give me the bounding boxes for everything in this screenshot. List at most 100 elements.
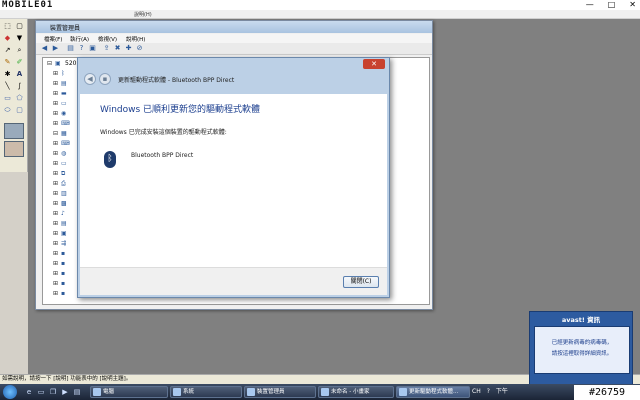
back-icon[interactable]: ◀ xyxy=(40,44,49,53)
keyboard-icon: ⌨ xyxy=(61,140,70,147)
menu-view[interactable]: 檢視(V) xyxy=(98,35,117,43)
tree-item[interactable]: ⊞ ▬ xyxy=(53,90,69,98)
watermark-counter: #26759 xyxy=(574,385,640,400)
tree-item[interactable]: ⊞ ᛒ xyxy=(53,70,69,78)
tree-item[interactable]: ⊞ ▪ xyxy=(53,290,69,298)
maximize-button[interactable]: □ xyxy=(608,0,616,9)
tree-item[interactable]: ⊟ ▦ xyxy=(53,130,69,138)
select-icon[interactable]: ⬚ xyxy=(2,21,13,31)
rounded-rect-icon[interactable]: ▢ xyxy=(14,105,25,115)
hid-icon: ⌨ xyxy=(61,120,70,127)
taskbar-button-device-manager[interactable]: 裝置管理員 xyxy=(244,386,316,398)
tree-item[interactable]: ⊞ ◍ xyxy=(53,150,69,158)
storage-icon: ▤ xyxy=(61,220,67,227)
language-indicator[interactable]: CH xyxy=(472,386,481,398)
back-arrow-icon[interactable]: ◀ xyxy=(84,73,96,85)
taskbar-button-system[interactable]: 系統 xyxy=(170,386,242,398)
taskbar-button-paint[interactable]: 未命名 - 小畫家 xyxy=(318,386,394,398)
menu-file[interactable]: 檔案(F) xyxy=(44,35,62,43)
rectangle-icon[interactable]: ▭ xyxy=(2,93,13,103)
pencil-icon[interactable]: ✎ xyxy=(2,57,13,67)
brush-icon[interactable]: ✐ xyxy=(14,57,25,67)
tree-item[interactable]: ⊞ ▪ xyxy=(53,260,69,268)
rect-select-icon[interactable]: ▢ xyxy=(14,21,25,31)
fill-icon[interactable]: ▼ xyxy=(14,33,25,43)
paint-title-bar: MOBILE01 — □ ✕ xyxy=(0,0,640,10)
tree-item[interactable]: ⊞ ♪ xyxy=(53,210,69,218)
quicklaunch-desktop-icon[interactable]: ▭ xyxy=(36,387,46,397)
tree-item[interactable]: ⊞ ▥ xyxy=(53,190,69,198)
line-icon[interactable]: ╲ xyxy=(2,81,13,91)
clock[interactable]: 下午 xyxy=(496,386,508,398)
eraser-icon[interactable]: ◆ xyxy=(2,33,13,43)
transparent-option-icon[interactable] xyxy=(4,123,24,139)
help-icon[interactable]: ? xyxy=(77,44,86,53)
quicklaunch-flip-icon[interactable]: ❐ xyxy=(48,387,58,397)
close-button[interactable]: ✕ xyxy=(629,0,636,9)
start-orb-icon[interactable] xyxy=(3,385,17,399)
taskbar-button-update-driver[interactable]: 更新驅動程式軟體... xyxy=(396,386,470,398)
quicklaunch-ie-icon[interactable]: e xyxy=(24,387,34,397)
printer-icon: ⎙ xyxy=(61,180,66,187)
device-manager-menu: 檔案(F) 執行(A) 檢視(V) 說明(H) xyxy=(36,34,432,43)
airbrush-icon[interactable]: ✱ xyxy=(2,69,13,79)
update-driver-icon[interactable]: ⇪ xyxy=(102,44,111,53)
opaque-option-icon[interactable] xyxy=(4,141,24,157)
curve-icon[interactable]: ∫ xyxy=(14,81,25,91)
quicklaunch-folder-icon[interactable]: ▤ xyxy=(72,387,82,397)
enable-icon[interactable]: ✚ xyxy=(124,44,133,53)
tree-root[interactable]: ⊟ ▣ 5201 xyxy=(47,60,80,68)
display-icon: ▭ xyxy=(61,100,67,107)
avast-notification[interactable]: avast! 資訊 已經更新病毒的病毒碼， 請按這裡取得詳細資訊。 xyxy=(529,311,633,388)
usb-icon: ⇶ xyxy=(61,240,67,247)
processor-icon: ▩ xyxy=(61,200,67,207)
ellipse-icon[interactable]: ⬭ xyxy=(2,105,13,115)
tree-item[interactable]: ⊞ ⇶ xyxy=(53,240,69,248)
dialog-body: Windows 已順利更新您的驅動程式軟體 Windows 已完成安裝這個裝置的… xyxy=(80,94,387,295)
disable-icon[interactable]: ⊘ xyxy=(135,44,144,53)
polygon-icon[interactable]: ⬠ xyxy=(14,93,25,103)
tree-item[interactable]: ⊞ ◉ xyxy=(53,110,69,118)
forward-icon[interactable]: ▶ xyxy=(51,44,60,53)
install-info-text: Windows 已完成安裝這個裝置的驅動程式軟體: xyxy=(100,129,227,136)
help-icon[interactable]: ? xyxy=(487,386,490,398)
scan-icon[interactable]: ▣ xyxy=(88,44,97,53)
quicklaunch-media-icon[interactable]: ▶ xyxy=(60,387,70,397)
monitor-icon: ▭ xyxy=(61,160,67,167)
taskbar-button-computer[interactable]: 電腦 xyxy=(90,386,168,398)
disk-icon: ▬ xyxy=(61,90,67,97)
dialog-titlebar: ◀ ▪ 更新驅動程式軟體 - Bluetooth BPP Direct ✕ xyxy=(78,58,389,94)
tree-item[interactable]: ⊞ ▤ xyxy=(53,80,69,88)
device-icon: ▪ xyxy=(61,280,66,287)
avast-line-1: 已經更新病毒的病毒碼， xyxy=(551,340,613,346)
tree-item[interactable]: ⊞ ⌨ xyxy=(53,140,70,148)
tree-item[interactable]: ⊞ ▪ xyxy=(53,250,69,258)
minimize-button[interactable]: — xyxy=(586,0,594,9)
network-icon: ⧉ xyxy=(61,170,66,177)
tree-item[interactable]: ⊞ ▭ xyxy=(53,100,69,108)
tree-item[interactable]: ⊞ ⎙ xyxy=(53,180,69,188)
device-icon: ▪ xyxy=(61,290,66,297)
tree-item[interactable]: ⊞ ▩ xyxy=(53,200,69,208)
tree-item[interactable]: ⊞ ⌨ xyxy=(53,120,70,128)
collapse-icon[interactable]: ⊟ xyxy=(47,60,53,68)
menu-help[interactable]: 說明(H) xyxy=(126,35,145,43)
tree-item[interactable]: ⊞ ▪ xyxy=(53,270,69,278)
uninstall-icon[interactable]: ✖ xyxy=(113,44,122,53)
close-button[interactable]: 關閉(C) xyxy=(343,276,379,288)
menu-help[interactable]: 說明(H) xyxy=(134,11,152,18)
picker-icon[interactable]: ↗ xyxy=(2,45,13,55)
window-controls: — □ ✕ xyxy=(586,0,636,9)
close-icon[interactable]: ✕ xyxy=(363,59,385,69)
system-icon xyxy=(173,388,181,396)
avast-message-box[interactable]: 已經更新病毒的病毒碼， 請按這裡取得詳細資訊。 xyxy=(534,326,630,374)
menu-action[interactable]: 執行(A) xyxy=(70,35,89,43)
tree-item[interactable]: ⊞ ▤ xyxy=(53,220,69,228)
tree-item[interactable]: ⊞ ⧉ xyxy=(53,170,69,178)
text-icon[interactable]: A xyxy=(14,69,25,79)
tree-item[interactable]: ⊞ ▭ xyxy=(53,160,69,168)
zoom-icon[interactable]: ⌕ xyxy=(14,45,25,55)
tree-item[interactable]: ⊞ ▪ xyxy=(53,280,69,288)
tree-item[interactable]: ⊞ ▣ xyxy=(53,230,69,238)
properties-icon[interactable]: ▤ xyxy=(66,44,75,53)
